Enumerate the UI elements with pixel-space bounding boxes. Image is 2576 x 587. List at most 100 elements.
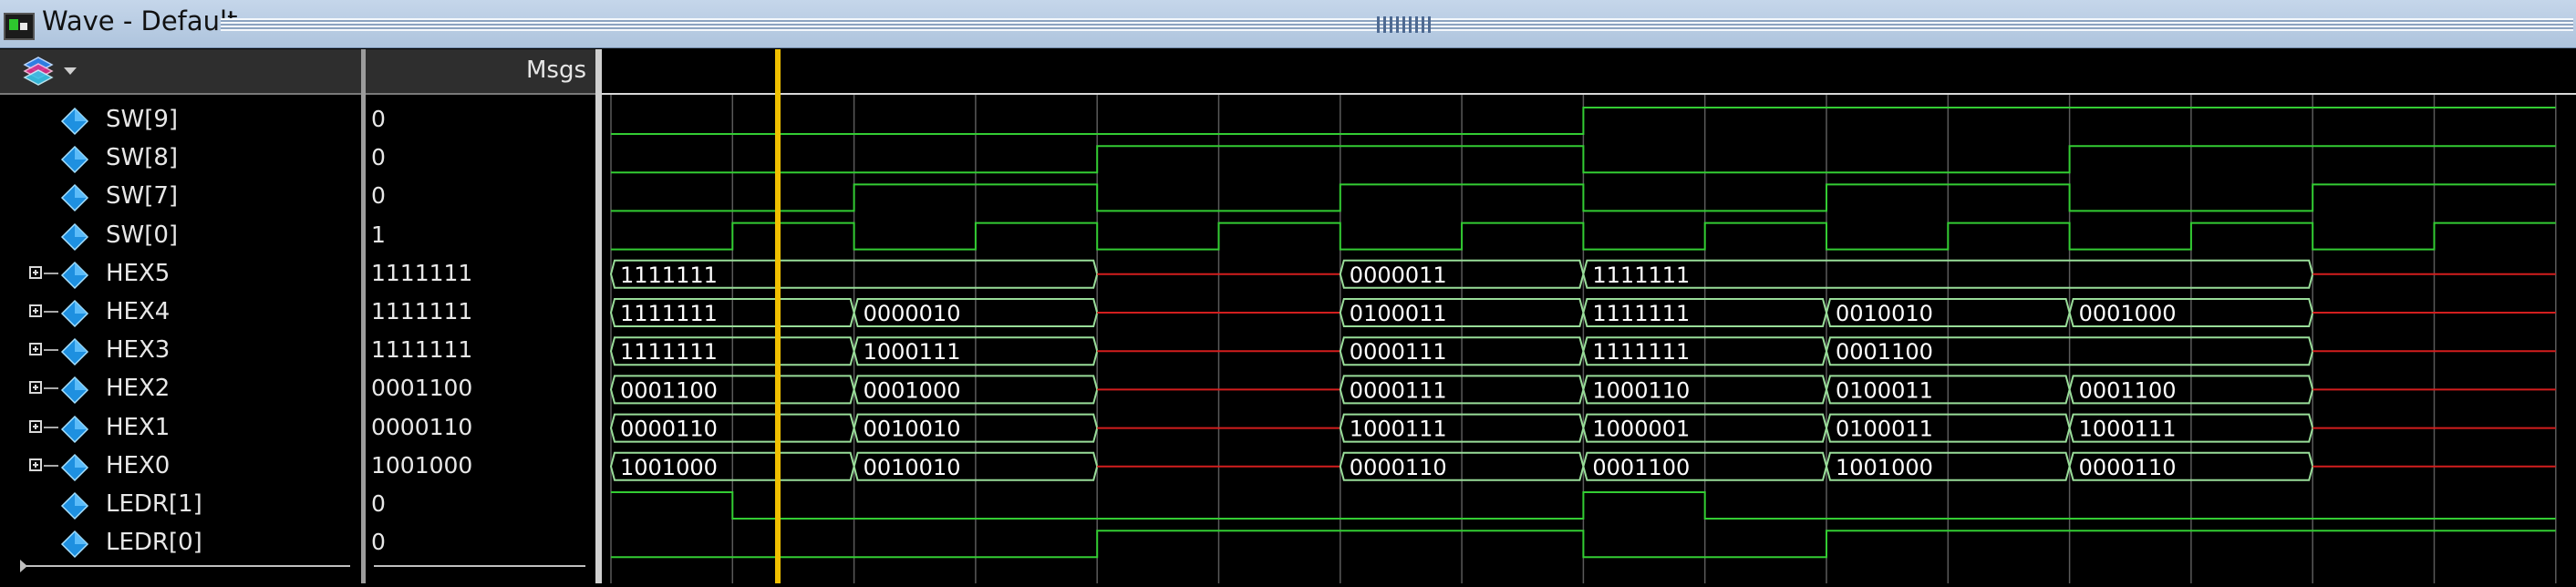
- signal-value-row[interactable]: 0: [366, 139, 595, 178]
- signal-name-pane[interactable]: SW[9] SW[8] SW[7] SW[0] HEX5 HEX4 HEX3 HEX2 HEX1…: [0, 95, 361, 583]
- signal-value: 1111111: [371, 259, 473, 286]
- diamond-icon: [60, 107, 89, 136]
- bus-value-label: 0010010: [864, 417, 961, 442]
- diamond-icon: [60, 453, 89, 481]
- signal-value-row[interactable]: 1001000: [366, 448, 595, 486]
- waveform-area[interactable]: 1111111 0000011 1111111 1111111 0000010 01000…: [602, 95, 2576, 583]
- signal-value-row[interactable]: 1111111: [366, 332, 595, 370]
- bus-value-label: 1111111: [1592, 301, 1690, 326]
- bus-value-label: 1111111: [620, 263, 718, 288]
- signal-name: HEX4: [106, 298, 171, 325]
- bus-value-label: 0000111: [1350, 377, 1447, 403]
- chevron-right-icon[interactable]: [20, 560, 27, 572]
- bus-value-label: 0000110: [1350, 455, 1447, 480]
- signal-value-row[interactable]: 0: [366, 178, 595, 216]
- bus-value-label: 1000001: [1592, 417, 1690, 442]
- signal-row[interactable]: LEDR[0]: [0, 524, 361, 562]
- plus-icon[interactable]: [29, 458, 42, 471]
- signal-value-row[interactable]: 0: [366, 524, 595, 562]
- signal-row[interactable]: HEX2: [0, 370, 361, 408]
- signal-value-row[interactable]: 0001100: [366, 370, 595, 408]
- name-pane-scrollbar[interactable]: [20, 565, 350, 567]
- signal-row[interactable]: HEX0: [0, 448, 361, 486]
- digital-waveform: [611, 107, 2556, 135]
- bus-value-label: 1111111: [1592, 263, 1690, 288]
- bus-value-label: 0010010: [864, 455, 961, 480]
- plus-icon[interactable]: [29, 304, 42, 317]
- bus-value-label: 0000110: [620, 417, 718, 442]
- signal-row[interactable]: HEX5: [0, 255, 361, 294]
- signal-value: 0: [371, 182, 386, 210]
- value-pane-scrollbar[interactable]: [374, 565, 585, 567]
- signal-value: 0000110: [371, 413, 473, 440]
- signal-row[interactable]: HEX4: [0, 294, 361, 332]
- time-cursor[interactable]: [775, 49, 781, 583]
- window-title: Wave - Default: [42, 5, 238, 36]
- pane-splitter[interactable]: [595, 49, 602, 583]
- bus-value-label: 1111111: [620, 339, 718, 365]
- signal-value: 1111111: [371, 336, 473, 364]
- tree-connector: [44, 426, 58, 428]
- signal-value: 1: [371, 221, 386, 248]
- diamond-icon: [60, 261, 89, 289]
- plus-icon[interactable]: [29, 419, 42, 433]
- signal-value-row[interactable]: 0: [366, 101, 595, 139]
- pane-splitter[interactable]: [361, 49, 366, 583]
- signal-name: LEDR[1]: [106, 490, 202, 518]
- diamond-icon: [60, 222, 89, 251]
- time-ruler[interactable]: [602, 49, 2576, 96]
- chevron-down-icon[interactable]: [64, 67, 77, 75]
- titlebar-drag-handle[interactable]: [1377, 16, 1432, 33]
- plus-icon[interactable]: [29, 265, 42, 279]
- signal-name: HEX1: [106, 413, 171, 441]
- plus-icon[interactable]: [29, 343, 42, 356]
- signal-value-row[interactable]: 1: [366, 217, 595, 255]
- signal-name: SW[8]: [106, 144, 179, 172]
- digital-waveform: [611, 530, 2556, 559]
- signal-row[interactable]: HEX3: [0, 332, 361, 370]
- signal-name: HEX0: [106, 451, 171, 479]
- signal-name: SW[9]: [106, 106, 179, 133]
- diamond-icon: [60, 299, 89, 328]
- signal-name: HEX3: [106, 336, 171, 365]
- signal-row[interactable]: SW[0]: [0, 217, 361, 255]
- diamond-icon: [60, 184, 89, 212]
- signal-value-row[interactable]: 1111111: [366, 294, 595, 332]
- signal-value-row[interactable]: 1111111: [366, 255, 595, 294]
- waveform-canvas[interactable]: 1111111 0000011 1111111 1111111 0000010 01000…: [602, 95, 2576, 583]
- signal-row[interactable]: SW[8]: [0, 139, 361, 178]
- signal-row[interactable]: HEX1: [0, 409, 361, 448]
- signal-row[interactable]: SW[9]: [0, 101, 361, 139]
- signal-value: 0: [371, 106, 386, 132]
- signal-row[interactable]: LEDR[1]: [0, 486, 361, 524]
- bus-value-label: 0010010: [1836, 301, 1933, 326]
- signal-value: 0: [371, 529, 386, 556]
- diamond-icon: [60, 146, 89, 174]
- signal-value: 1001000: [371, 451, 473, 479]
- bus-value-label: 0001100: [2079, 377, 2177, 403]
- bus-value-label: 0001100: [1592, 455, 1690, 480]
- signal-value: 0: [371, 144, 386, 171]
- bus-value-label: 1111111: [1592, 339, 1690, 365]
- bus-value-label: 0000011: [1350, 263, 1447, 288]
- signal-name: HEX2: [106, 375, 171, 403]
- layers-icon[interactable]: [22, 55, 55, 88]
- diamond-icon: [60, 376, 89, 405]
- tree-connector: [44, 349, 58, 352]
- wave-window-icon: [4, 13, 35, 40]
- signal-value-row[interactable]: 0: [366, 486, 595, 524]
- diamond-icon: [60, 415, 89, 443]
- digital-waveform: [611, 491, 2556, 520]
- bus-value-label: 0100011: [1350, 301, 1447, 326]
- plus-icon[interactable]: [29, 381, 42, 395]
- window-titlebar[interactable]: Wave - Default: [0, 0, 2576, 48]
- msgs-label: Msgs: [525, 57, 586, 84]
- signal-value-row[interactable]: 0000110: [366, 409, 595, 448]
- digital-waveform: [611, 221, 2556, 251]
- signal-name: SW[7]: [106, 182, 179, 211]
- signal-row[interactable]: SW[7]: [0, 178, 361, 216]
- signal-name: LEDR[0]: [106, 529, 202, 557]
- signal-value-pane[interactable]: 0 0 0 1 1111111 1111111 1111111 0001100 0000110 1…: [366, 95, 595, 583]
- signal-value: 0001100: [371, 375, 473, 402]
- tree-connector: [44, 311, 58, 313]
